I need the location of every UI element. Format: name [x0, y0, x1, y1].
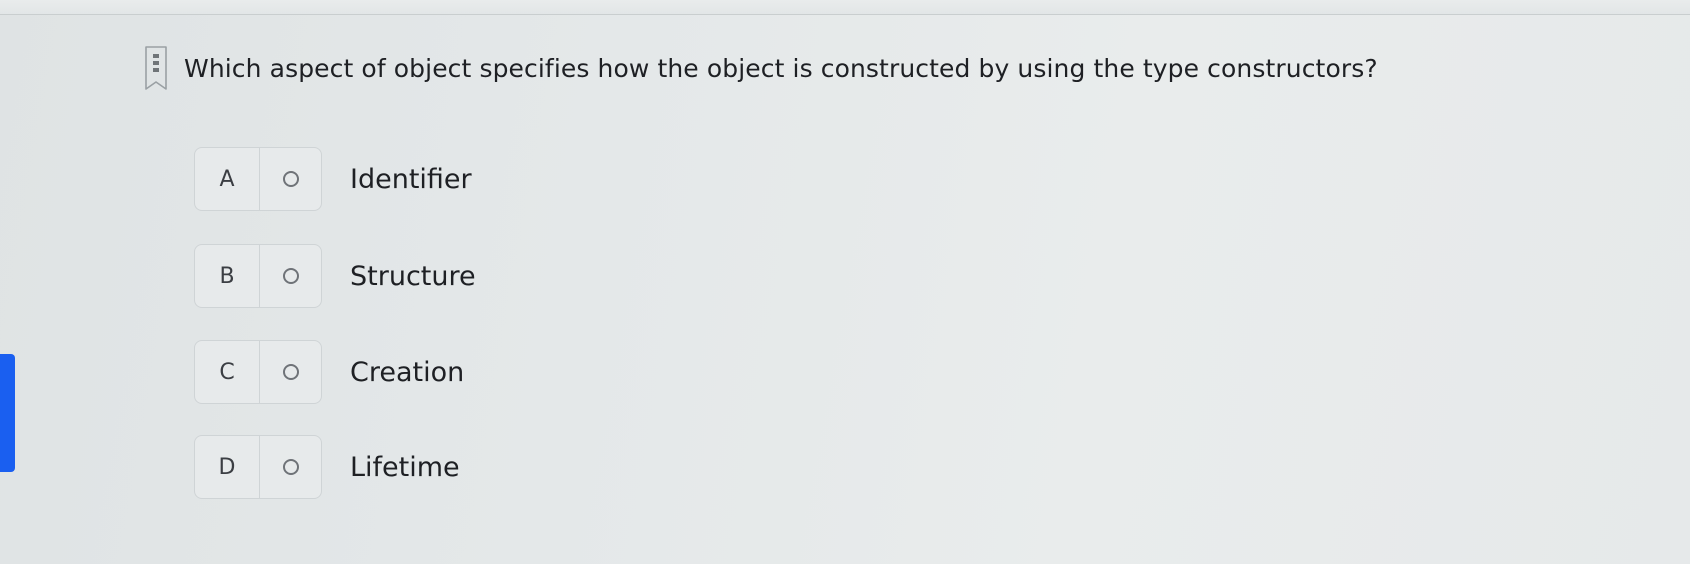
top-edge-divider: [0, 0, 1690, 15]
option-selector[interactable]: D: [194, 435, 322, 499]
option-selector[interactable]: B: [194, 244, 322, 308]
option-letter: A: [195, 148, 260, 210]
option-label[interactable]: Lifetime: [350, 452, 460, 483]
question-row: Which aspect of object specifies how the…: [144, 45, 1378, 91]
option-selector[interactable]: C: [194, 340, 322, 404]
left-accent-bar: [0, 354, 15, 472]
option-label[interactable]: Identifier: [350, 164, 472, 195]
radio-circle-icon[interactable]: [282, 268, 299, 284]
option-c[interactable]: C Creation: [194, 340, 464, 404]
option-d[interactable]: D Lifetime: [194, 435, 460, 499]
radio-circle-icon[interactable]: [282, 171, 299, 187]
radio-circle-icon[interactable]: [282, 459, 299, 475]
radio-circle-icon[interactable]: [282, 364, 299, 380]
option-label[interactable]: Creation: [350, 357, 464, 388]
option-letter: B: [195, 245, 260, 307]
option-label[interactable]: Structure: [350, 261, 476, 292]
option-letter: D: [195, 436, 260, 498]
bookmark-icon[interactable]: [144, 45, 168, 91]
option-selector[interactable]: A: [194, 147, 322, 211]
option-b[interactable]: B Structure: [194, 244, 476, 308]
question-text: Which aspect of object specifies how the…: [184, 53, 1378, 83]
option-a[interactable]: A Identifier: [194, 147, 472, 211]
option-letter: C: [195, 341, 260, 403]
